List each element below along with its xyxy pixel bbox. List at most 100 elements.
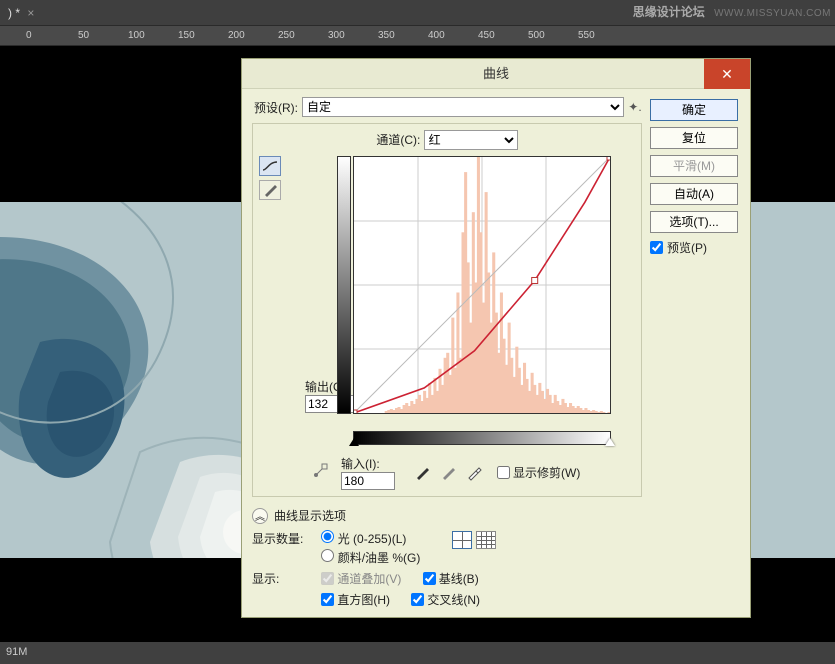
close-tab-icon[interactable]: × xyxy=(27,6,34,20)
preview-label: 预览(P) xyxy=(667,239,707,256)
radio-ink-label: 颜料/油墨 %(G) xyxy=(338,551,421,565)
curves-dialog: 曲线 ✕ 确定 复位 平滑(M) 自动(A) 选项(T)... 预览(P) 预设… xyxy=(241,58,751,618)
close-icon: ✕ xyxy=(721,66,733,82)
eyedropper-white-icon xyxy=(466,465,482,481)
hand-tool-icon[interactable] xyxy=(305,461,341,484)
curve-point-icon xyxy=(262,160,278,172)
chk-histogram[interactable] xyxy=(321,593,334,606)
show-clip-row[interactable]: 显示修剪(W) xyxy=(497,464,580,481)
show-label: 显示: xyxy=(252,570,318,587)
grid-fine-icon[interactable] xyxy=(476,531,496,549)
status-bar: 91M xyxy=(0,642,835,664)
document-tab-suffix: ) * xyxy=(8,6,20,20)
preset-select[interactable]: 自定 xyxy=(302,97,624,117)
ruler-tick: 350 xyxy=(378,30,395,41)
curve-tool-point[interactable] xyxy=(259,156,281,176)
dialog-body: 确定 复位 平滑(M) 自动(A) 选项(T)... 预览(P) 预设(R): … xyxy=(242,89,750,620)
black-point-slider[interactable] xyxy=(349,438,359,446)
smooth-button[interactable]: 平滑(M) xyxy=(650,155,738,177)
curve-grid[interactable] xyxy=(353,156,611,414)
show-amount-row: 显示数量: 光 (0-255)(L) xyxy=(252,530,642,566)
ruler-tick: 100 xyxy=(128,30,145,41)
eyedropper-white[interactable] xyxy=(465,464,483,482)
curve-group: 通道(C): 红 xyxy=(252,123,642,497)
watermark-main: 思缘设计论坛 xyxy=(633,5,705,19)
watermark: 思缘设计论坛 WWW.MISSYUAN.COM xyxy=(633,3,831,20)
ruler-tick: 250 xyxy=(278,30,295,41)
gear-icon[interactable]: ✦. xyxy=(628,100,642,114)
radio-ink-row[interactable]: 颜料/油墨 %(G) xyxy=(321,551,420,565)
grid-coarse-icon[interactable] xyxy=(452,531,472,549)
chk-baseline-row[interactable]: 基线(B) xyxy=(423,570,479,587)
curve-tools xyxy=(259,156,305,490)
preview-row: 预览(P) xyxy=(650,239,740,256)
input-row: 输入(I): 显示修剪(W) xyxy=(305,455,615,490)
dialog-main: 预设(R): 自定 ✦. 通道(C): 红 xyxy=(252,97,642,612)
curve-tool-pencil[interactable] xyxy=(259,180,281,200)
chk-channel-overlay-label: 通道叠加(V) xyxy=(337,570,401,587)
chk-baseline-label: 基线(B) xyxy=(439,570,479,587)
preset-label: 预设(R): xyxy=(252,99,302,116)
show-options-row: 显示: 通道叠加(V) 基线(B) 直方图(H) 交叉线(N) xyxy=(252,570,642,612)
ruler-tick: 550 xyxy=(578,30,595,41)
grid-size-icons xyxy=(452,531,496,549)
chk-baseline[interactable] xyxy=(423,572,436,585)
app-background: ) * × 思缘设计论坛 WWW.MISSYUAN.COM 0 50 100 1… xyxy=(0,0,835,664)
preview-checkbox[interactable] xyxy=(650,241,663,254)
ruler-tick: 450 xyxy=(478,30,495,41)
dialog-titlebar[interactable]: 曲线 ✕ xyxy=(242,59,750,89)
dialog-side-buttons: 确定 复位 平滑(M) 自动(A) 选项(T)... 预览(P) xyxy=(650,99,740,256)
auto-button[interactable]: 自动(A) xyxy=(650,183,738,205)
options-button[interactable]: 选项(T)... xyxy=(650,211,738,233)
chk-histogram-row[interactable]: 直方图(H) xyxy=(321,591,390,608)
ruler-tick: 300 xyxy=(328,30,345,41)
ruler-tick: 400 xyxy=(428,30,445,41)
chk-intersection-label: 交叉线(N) xyxy=(427,591,480,608)
ruler-tick: 500 xyxy=(528,30,545,41)
dialog-close-button[interactable]: ✕ xyxy=(704,59,750,89)
disclosure-row[interactable]: ︽ 曲线显示选项 xyxy=(252,507,642,524)
ruler-tick: 150 xyxy=(178,30,195,41)
ruler-tick: 50 xyxy=(78,30,89,41)
chk-intersection[interactable] xyxy=(411,593,424,606)
chk-channel-overlay[interactable] xyxy=(321,572,334,585)
ruler-tick: 0 xyxy=(26,30,32,41)
curve-line xyxy=(354,157,610,413)
radio-ink[interactable] xyxy=(321,549,334,562)
channel-label: 通道(C): xyxy=(376,131,420,148)
disclosure-label: 曲线显示选项 xyxy=(274,507,346,524)
white-point-slider[interactable] xyxy=(605,438,615,446)
status-size: 91M xyxy=(6,646,27,658)
chk-channel-overlay-row[interactable]: 通道叠加(V) xyxy=(321,570,401,587)
show-clip-label: 显示修剪(W) xyxy=(513,464,580,481)
chk-intersection-row[interactable]: 交叉线(N) xyxy=(411,591,480,608)
eyedropper-gray-icon xyxy=(440,465,456,481)
ruler-tick: 200 xyxy=(228,30,245,41)
radio-light-label: 光 (0-255)(L) xyxy=(338,532,407,546)
watermark-sub: WWW.MISSYUAN.COM xyxy=(714,8,831,19)
reset-button[interactable]: 复位 xyxy=(650,127,738,149)
channel-select[interactable]: 红 xyxy=(424,130,518,150)
chevron-up-icon[interactable]: ︽ xyxy=(252,508,268,524)
ok-button[interactable]: 确定 xyxy=(650,99,738,121)
target-adjust-icon xyxy=(312,461,334,479)
eyedropper-black[interactable] xyxy=(413,464,431,482)
dialog-title-text: 曲线 xyxy=(483,66,509,81)
input-label: 输入(I): xyxy=(341,455,405,472)
input-input[interactable] xyxy=(341,472,395,490)
document-tab[interactable]: ) * × xyxy=(0,0,42,26)
eyedropper-gray[interactable] xyxy=(439,464,457,482)
pencil-icon xyxy=(263,183,277,197)
channel-row: 通道(C): 红 xyxy=(259,130,635,150)
eyedropper-group xyxy=(413,464,483,482)
show-clip-checkbox[interactable] xyxy=(497,466,510,479)
curve-area: 输出(O): xyxy=(305,156,615,490)
chk-histogram-label: 直方图(H) xyxy=(337,591,390,608)
radio-light-row[interactable]: 光 (0-255)(L) xyxy=(321,532,406,546)
preset-row: 预设(R): 自定 ✦. xyxy=(252,97,642,117)
radio-light[interactable] xyxy=(321,530,334,543)
input-gradient[interactable] xyxy=(353,431,611,445)
show-amount-label: 显示数量: xyxy=(252,530,318,547)
ruler-horizontal: 0 50 100 150 200 250 300 350 400 450 500… xyxy=(0,26,835,46)
input-gradient-wrap xyxy=(353,431,611,451)
